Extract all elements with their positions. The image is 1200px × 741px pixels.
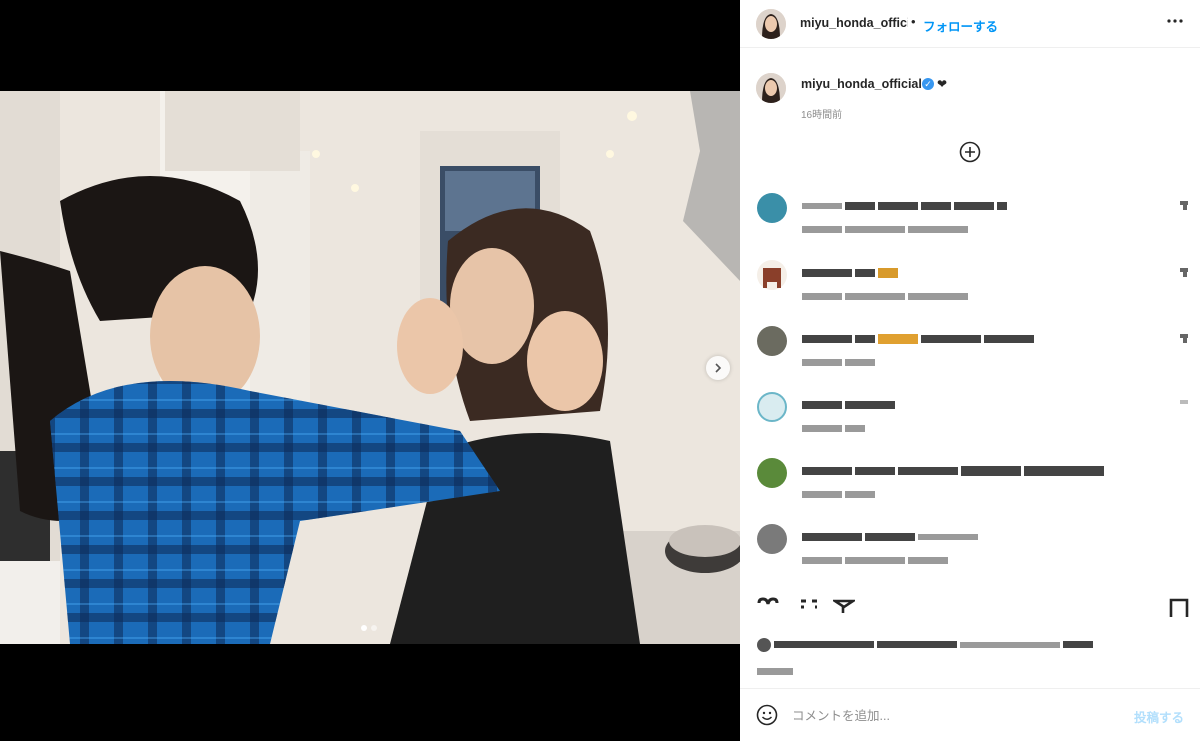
list-item [740, 260, 1200, 310]
post-media [0, 0, 740, 741]
avatar[interactable] [756, 9, 786, 39]
pixelated-comment-meta [802, 420, 868, 433]
like-comment-icon[interactable] [1180, 201, 1188, 210]
list-item [740, 326, 1200, 376]
follow-button[interactable]: フォローする [923, 16, 998, 35]
avatar[interactable] [757, 326, 787, 356]
pixelated-comment-text [802, 396, 898, 409]
next-image-button[interactable] [706, 356, 730, 380]
pixelated-comment-text [802, 197, 1010, 210]
share-icon[interactable] [833, 597, 855, 619]
list-item [740, 458, 1200, 508]
header-username[interactable]: miyu_honda_official [800, 16, 908, 30]
avatar[interactable] [757, 193, 787, 223]
pixelated-comment-meta [802, 221, 971, 234]
caption-text: ❤ [937, 77, 948, 91]
comment-form: 投稿する [740, 688, 1200, 741]
pixelated-comment-text [802, 330, 1037, 344]
more-horizontal-icon [1167, 19, 1183, 23]
pixelated-comment-text [802, 528, 981, 541]
caption-timestamp[interactable]: 16時間前 [801, 106, 842, 121]
save-icon[interactable] [1168, 597, 1190, 619]
header-separator: • [911, 14, 916, 29]
pixelated-comment-text [802, 462, 1107, 476]
load-more-comments-icon [959, 141, 981, 163]
verified-badge-icon: ✓ [922, 78, 934, 90]
load-more-comments-button[interactable] [959, 141, 981, 163]
carousel-dots [361, 625, 377, 631]
pixelated-comment-meta [802, 552, 951, 565]
photo-illustration [0, 91, 740, 644]
post-photo [0, 91, 740, 644]
next-image-icon [715, 363, 722, 373]
pixelated-comment-meta [802, 486, 878, 499]
comment-input[interactable] [790, 703, 1094, 729]
pixelated-likes-summary [757, 636, 1187, 652]
caption-avatar[interactable] [756, 73, 786, 103]
comment-icon[interactable] [798, 597, 820, 619]
post-side-panel: miyu_honda_official • フォローする miyu_honda_… [740, 0, 1200, 741]
pixelated-comment-text [802, 264, 901, 278]
post-header: miyu_honda_official • フォローする [740, 0, 1200, 48]
avatar[interactable] [757, 458, 787, 488]
avatar[interactable] [757, 524, 787, 554]
post-comment-button[interactable]: 投稿する [1134, 707, 1184, 726]
pixelated-comment-meta [802, 354, 878, 367]
pixelated-post-date [757, 663, 796, 676]
post-actions [740, 595, 1200, 625]
avatar[interactable] [757, 392, 787, 422]
avatar[interactable] [757, 260, 787, 290]
caption-username[interactable]: miyu_honda_official [801, 77, 922, 91]
like-icon[interactable] [757, 597, 779, 619]
emoji-icon[interactable] [756, 704, 778, 726]
like-comment-icon[interactable] [1180, 334, 1188, 343]
more-options-button[interactable] [1166, 12, 1184, 35]
list-item [740, 524, 1200, 574]
pixelated-comment-meta [802, 288, 971, 301]
like-comment-icon[interactable] [1180, 268, 1188, 277]
list-item [740, 392, 1200, 442]
list-item [740, 193, 1200, 243]
carousel-dot-active [361, 625, 367, 631]
carousel-dot [371, 625, 377, 631]
like-comment-icon[interactable] [1180, 400, 1188, 409]
